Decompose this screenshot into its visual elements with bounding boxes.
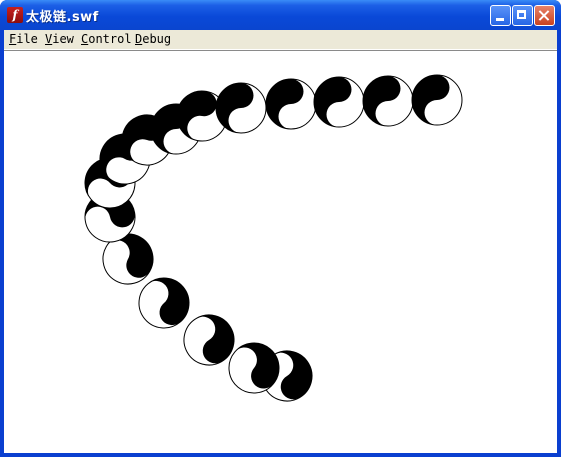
flash-app-icon[interactable]: f	[7, 7, 23, 23]
menu-view[interactable]: View	[45, 32, 74, 46]
yin-yang-icon	[362, 75, 414, 127]
taiji-chain-canvas	[84, 74, 463, 402]
menu-control[interactable]: Control	[81, 32, 132, 46]
yin-yang-icon	[265, 78, 317, 130]
window-title: 太极链.swf	[26, 10, 99, 25]
minimize-button[interactable]	[490, 5, 511, 26]
yin-yang-icon	[411, 74, 463, 126]
app-window: f 太极链.swf File View Control Debug	[0, 0, 561, 457]
close-icon	[535, 6, 554, 25]
title-bar[interactable]: f 太极链.swf	[0, 0, 561, 30]
maximize-button[interactable]	[512, 5, 533, 26]
close-button[interactable]	[534, 5, 555, 26]
minimize-icon	[496, 18, 504, 21]
menu-debug[interactable]: Debug	[135, 32, 171, 46]
menu-bar: File View Control Debug	[4, 30, 557, 50]
yin-yang-icon	[215, 82, 267, 134]
flash-stage[interactable]	[4, 50, 557, 453]
yin-yang-icon	[313, 76, 365, 128]
menu-file[interactable]: File	[9, 32, 38, 46]
maximize-icon	[517, 10, 526, 19]
